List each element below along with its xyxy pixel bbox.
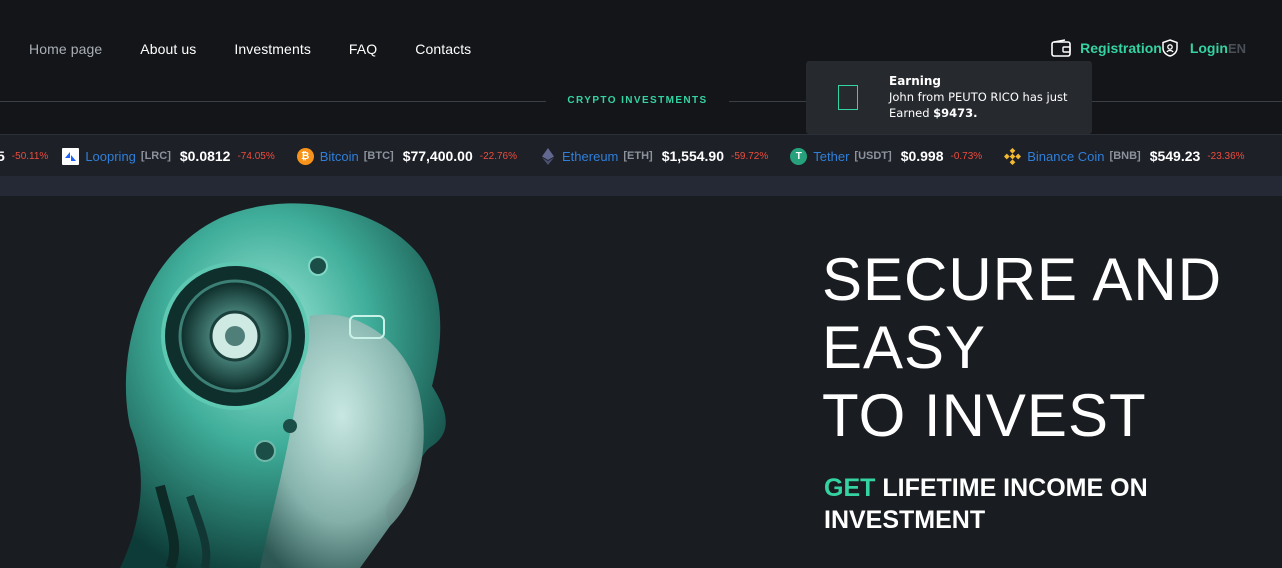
loopring-icon <box>62 147 80 165</box>
nav-contacts[interactable]: Contacts <box>415 41 471 57</box>
hero-title: SECURE AND EASY TO INVEST <box>822 246 1222 450</box>
shield-icon[interactable] <box>1162 39 1178 57</box>
ticker-change: -50.11% <box>11 150 49 162</box>
nav-about[interactable]: About us <box>140 41 196 57</box>
ticker-price: $0.0812 <box>179 148 231 164</box>
ethereum-icon <box>539 147 556 165</box>
notification-text: John from PEUTO RICO has just Earned $94… <box>889 89 1079 121</box>
nav-home[interactable]: Home page <box>29 41 102 57</box>
account-nav: Registration Login EN <box>1051 38 1246 58</box>
ticker-change: -22.76% <box>479 150 518 162</box>
earning-notification[interactable]: Earning John from PEUTO RICO has just Ea… <box>806 61 1092 134</box>
nav-faq[interactable]: FAQ <box>349 41 377 57</box>
crypto-ticker: 5 -50.11% Loopring [LRC] $0.0812 -74.05%… <box>0 134 1282 176</box>
notification-message: John from PEUTO RICO has just Earned <box>889 90 1068 120</box>
ticker-item-bnb[interactable]: Binance Coin [BNB] $549.23 -23.36% <box>1004 147 1245 165</box>
ticker-change: -0.73% <box>950 150 983 162</box>
ticker-name: Binance Coin <box>1027 148 1105 164</box>
ticker-change: -74.05% <box>237 150 275 162</box>
notification-amount: $9473. <box>933 106 978 120</box>
hero-title-line: TO INVEST <box>822 382 1147 449</box>
ticker-symbol: [BNB] <box>1109 150 1141 162</box>
ticker-price: $549.23 <box>1149 148 1201 164</box>
ticker-symbol: [BTC] <box>363 150 394 162</box>
binance-icon <box>1004 147 1022 165</box>
ticker-price: 5 <box>0 148 5 164</box>
ticker-name: Loopring <box>85 148 136 164</box>
ticker-symbol: [LRC] <box>140 150 171 162</box>
ticker-underbar <box>0 176 1282 196</box>
ticker-name: Bitcoin <box>319 148 359 164</box>
ticker-item-usdt[interactable]: T Tether [USDT] $0.998 -0.73% <box>790 147 983 165</box>
main-nav: Home page About us Investments FAQ Conta… <box>29 40 509 58</box>
ticker-item[interactable]: 5 -50.11% <box>0 148 48 164</box>
ticker-symbol: [USDT] <box>854 150 892 162</box>
ticker-name: Tether <box>813 148 850 164</box>
notification-image-placeholder <box>838 85 858 110</box>
section-label: CRYPTO INVESTMENTS <box>567 95 708 106</box>
hero-subtitle: GET LIFETIME INCOME ON INVESTMENT <box>824 472 1184 536</box>
wallet-icon[interactable] <box>1051 39 1071 57</box>
ticker-item-eth[interactable]: Ethereum [ETH] $1,554.90 -59.72% <box>539 147 769 165</box>
nav-investments[interactable]: Investments <box>234 41 311 57</box>
ticker-price: $77,400.00 <box>402 148 473 164</box>
ticker-price: $1,554.90 <box>661 148 725 164</box>
login-link[interactable]: Login <box>1190 40 1228 56</box>
language-selector[interactable]: EN <box>1228 41 1246 56</box>
hero-subtitle-accent: GET <box>824 474 876 502</box>
hero-title-line: EASY <box>822 314 987 381</box>
robot-head-image <box>60 196 580 568</box>
ticker-track: 5 -50.11% Loopring [LRC] $0.0812 -74.05%… <box>0 135 1267 176</box>
ticker-change: -23.36% <box>1207 150 1245 162</box>
bitcoin-icon: ₿ <box>296 147 314 165</box>
ticker-price: $0.998 <box>900 148 944 164</box>
ticker-symbol: [ETH] <box>623 150 653 162</box>
ticker-item-lrc[interactable]: Loopring [LRC] $0.0812 -74.05% <box>62 147 275 165</box>
hero-title-line: SECURE AND <box>822 246 1223 313</box>
tether-icon: T <box>790 147 808 165</box>
ticker-name: Ethereum <box>562 148 619 164</box>
registration-link[interactable]: Registration <box>1080 40 1162 56</box>
notification-title: Earning <box>889 74 942 88</box>
ticker-change: -59.72% <box>731 150 769 162</box>
ticker-item-btc[interactable]: ₿ Bitcoin [BTC] $77,400.00 -22.76% <box>296 147 518 165</box>
divider-left <box>0 101 546 102</box>
